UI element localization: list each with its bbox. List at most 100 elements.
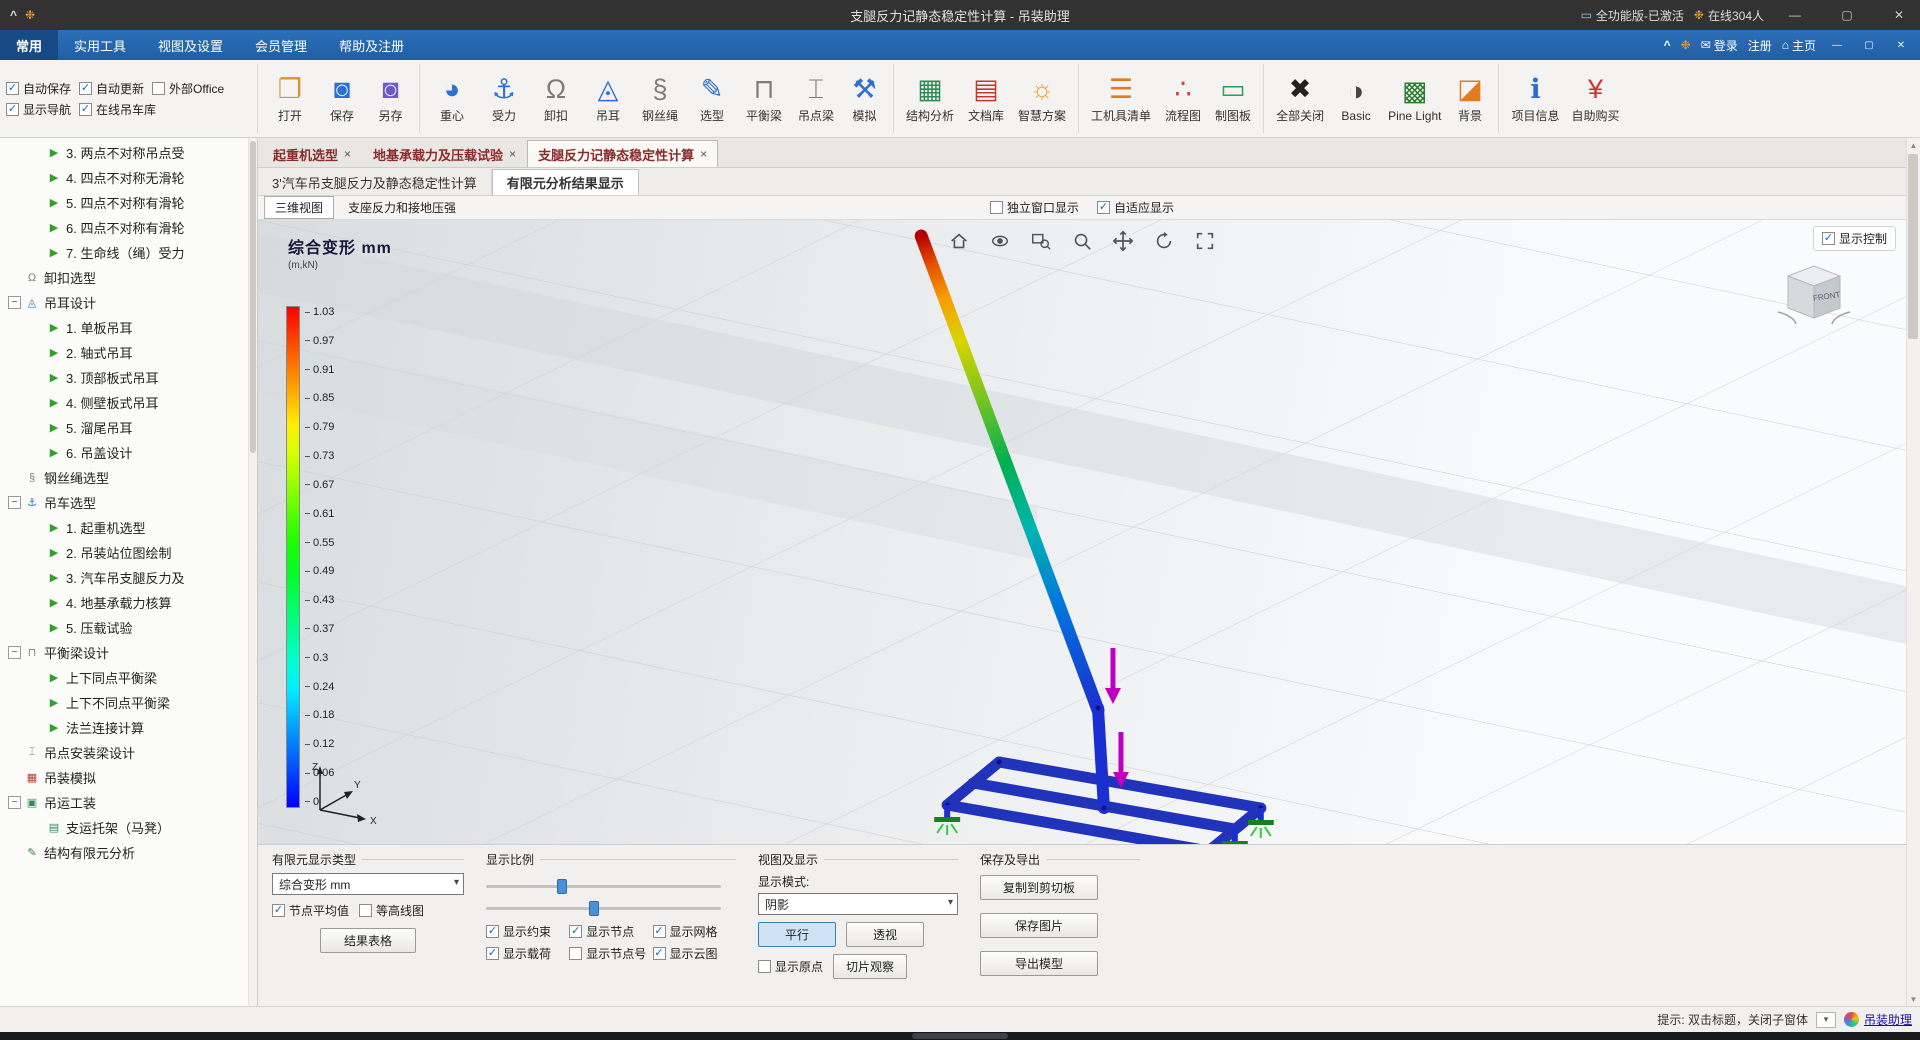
toolbar-checkbox[interactable]: 外部Office	[152, 80, 224, 97]
checkbox-box[interactable]	[652, 925, 666, 938]
toolbar-button[interactable]: ✖ 全部关闭	[1270, 64, 1330, 133]
toolbar-button[interactable]: ∴ 流程图	[1157, 64, 1209, 133]
tree-item[interactable]: Ω 卸扣选型	[2, 265, 247, 290]
tree-expand-icon[interactable]	[8, 771, 21, 784]
tree-expand-icon[interactable]	[8, 471, 21, 484]
tree-expand-icon[interactable]	[8, 496, 21, 509]
zoom-window-icon[interactable]	[1028, 228, 1054, 254]
tree-item[interactable]: ▣ 吊运工装	[2, 790, 247, 815]
rotate-icon[interactable]	[1151, 228, 1177, 254]
menu-item[interactable]: 会员管理	[239, 30, 323, 60]
scrollbar-down-icon[interactable]	[1907, 992, 1920, 1006]
register-button[interactable]: 注册	[1748, 37, 1772, 54]
toolbar-button[interactable]: ▭ 制图板	[1209, 64, 1265, 133]
document-tab[interactable]: 地基承载力及压载试验	[362, 140, 527, 167]
tree-expand-icon[interactable]	[30, 721, 43, 734]
tree-expand-icon[interactable]	[30, 321, 43, 334]
tree-item[interactable]: ✎ 结构有限元分析	[2, 840, 247, 865]
checkbox-box[interactable]	[569, 925, 583, 938]
toolbar-checkbox[interactable]: 自动更新	[79, 80, 144, 97]
fe-option-checkbox[interactable]: 等高线图	[359, 902, 424, 919]
tree-expand-icon[interactable]	[8, 296, 21, 309]
tree-expand-icon[interactable]	[30, 696, 43, 709]
checkbox-box[interactable]	[1821, 232, 1835, 245]
tree-expand-icon[interactable]	[30, 371, 43, 384]
view-option-checkbox[interactable]: 独立窗口显示	[989, 199, 1079, 216]
status-dropdown[interactable]	[1815, 1011, 1836, 1028]
sidebar-scrollbar[interactable]	[248, 138, 257, 1006]
export-button[interactable]: 导出模型	[980, 951, 1098, 976]
scale-slider[interactable]	[486, 877, 721, 895]
menu-item[interactable]: 视图及设置	[142, 30, 239, 60]
tree-expand-icon[interactable]	[8, 846, 21, 859]
tree-item[interactable]: ▶ 法兰连接计算	[2, 715, 247, 740]
tree-expand-icon[interactable]	[30, 246, 43, 259]
tab-close-icon[interactable]	[509, 147, 516, 161]
display-option-checkbox[interactable]: 显示云图	[652, 945, 736, 962]
slice-view-button[interactable]: 切片观察	[833, 954, 908, 979]
tree-expand-icon[interactable]	[30, 621, 43, 634]
display-option-checkbox[interactable]: 显示节点	[569, 923, 652, 940]
toolbar-button[interactable]: ✎ 选型	[686, 64, 738, 133]
toolbar-button[interactable]: ◬ 吊耳	[582, 64, 634, 133]
fe-option-checkbox[interactable]: 节点平均值	[272, 902, 349, 919]
tree-item[interactable]: ▦ 吊装模拟	[2, 765, 247, 790]
menu-item[interactable]: 帮助及注册	[323, 30, 420, 60]
checkbox-box[interactable]	[652, 947, 666, 960]
export-button[interactable]: 保存图片	[980, 913, 1098, 938]
checkbox-box[interactable]	[79, 81, 93, 95]
tree-item[interactable]: ⊓ 平衡梁设计	[2, 640, 247, 665]
toolbar-button[interactable]: ¥ 自助购买	[1565, 64, 1625, 133]
slider-thumb[interactable]	[556, 879, 567, 894]
toolbar-button[interactable]: ▦ 结构分析	[900, 64, 960, 133]
checkbox-box[interactable]	[152, 81, 166, 95]
toolbar-checkbox[interactable]: 自动保存	[6, 80, 71, 97]
tree-item[interactable]: ▶ 4. 侧壁板式吊耳	[2, 390, 247, 415]
toolbar-button[interactable]: ⌶ 吊点梁	[790, 64, 842, 133]
tree-expand-icon[interactable]	[30, 196, 43, 209]
result-table-button[interactable]: 结果表格	[320, 928, 416, 953]
display-mode-dropdown[interactable]: 阴影	[758, 893, 958, 915]
show-origin-checkbox[interactable]: 显示原点	[758, 958, 823, 975]
checkbox-box[interactable]	[6, 102, 19, 116]
collapse-ribbon-icon[interactable]	[1664, 38, 1671, 52]
homepage-button[interactable]: 主页	[1782, 37, 1816, 54]
3d-viewport[interactable]: 综合变形 mm (m,kN) 1.03 0.97 0.91 0.85 0.79 …	[258, 220, 1906, 844]
tree-expand-icon[interactable]	[30, 671, 43, 684]
tree-item[interactable]: ▶ 1. 起重机选型	[2, 515, 247, 540]
tree-expand-icon[interactable]	[30, 446, 43, 459]
tree-expand-icon[interactable]	[30, 171, 43, 184]
document-tab[interactable]: 支腿反力记静态稳定性计算	[527, 140, 719, 167]
tree-item[interactable]: ▶ 2. 吊装站位图绘制	[2, 540, 247, 565]
checkbox-box[interactable]	[272, 904, 285, 917]
tree-item[interactable]: ▶ 3. 两点不对称吊点受	[2, 140, 247, 165]
toolbar-button[interactable]: ☰ 工机具清单	[1085, 64, 1157, 133]
tree-expand-icon[interactable]	[30, 396, 43, 409]
view-tab[interactable]: 三维视图	[264, 196, 335, 219]
tree-expand-icon[interactable]	[30, 571, 43, 584]
brand-link[interactable]: 吊装助理	[1864, 1011, 1912, 1028]
slider-thumb[interactable]	[589, 901, 600, 916]
tab-close-icon[interactable]	[344, 147, 351, 161]
tree-item[interactable]: ▶ 4. 地基承载力核算	[2, 590, 247, 615]
menu-item[interactable]: 常用	[0, 30, 59, 60]
mini-maximize-button[interactable]	[1858, 36, 1880, 54]
tree-expand-icon[interactable]	[30, 596, 43, 609]
tree-item[interactable]: ▶ 3. 汽车吊支腿反力及	[2, 565, 247, 590]
toolbar-button[interactable]: ◙ 保存	[316, 64, 368, 133]
home-view-icon[interactable]	[946, 228, 972, 254]
display-control-checkbox[interactable]: 显示控制	[1821, 230, 1887, 247]
export-button[interactable]: 复制到剪切板	[980, 875, 1098, 900]
document-tab[interactable]: 起重机选型	[262, 140, 362, 167]
toolbar-button[interactable]: ⚓ 受力	[478, 64, 530, 133]
sidebar-scrollbar-thumb[interactable]	[250, 141, 256, 454]
display-option-checkbox[interactable]: 显示载荷	[486, 945, 569, 962]
sub-tab[interactable]: 3'汽车吊支腿反力及静态稳定性计算	[258, 169, 492, 195]
sub-tab[interactable]: 有限元分析结果显示	[491, 169, 639, 195]
toolbar-button[interactable]: ℹ 项目信息	[1505, 64, 1565, 133]
display-option-checkbox[interactable]: 显示约束	[486, 923, 569, 940]
tree-expand-icon[interactable]	[8, 646, 21, 659]
checkbox-box[interactable]	[486, 925, 499, 938]
checkbox-box[interactable]	[486, 947, 499, 960]
checkbox-box[interactable]	[6, 81, 19, 95]
